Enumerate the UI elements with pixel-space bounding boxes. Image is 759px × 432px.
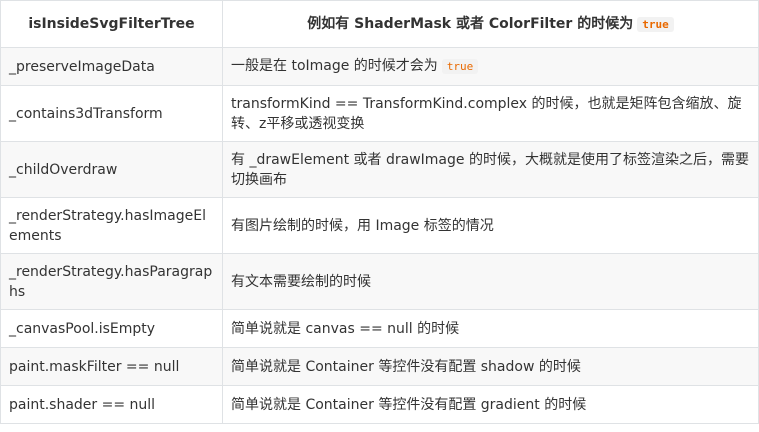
header-col-condition-label: isInsideSvgFilterTree [28, 16, 195, 32]
table-header-row: isInsideSvgFilterTree 例如有 ShaderMask 或者 … [0, 0, 759, 48]
table-row: paint.maskFilter == null 简单说就是 Container… [0, 347, 759, 386]
header-col-description-label: 例如有 ShaderMask 或者 ColorFilter 的时候为 [307, 15, 634, 32]
cell-description: 有图片绘制的时候，用 Image 标签的情况 [222, 197, 759, 254]
cell-condition: _renderStrategy.hasParagraphs [0, 253, 223, 310]
table-row: _canvasPool.isEmpty 简单说就是 canvas == null… [0, 309, 759, 348]
header-col-condition: isInsideSvgFilterTree [0, 0, 223, 48]
description-text: 一般是在 toImage 的时候才会为 [231, 58, 438, 74]
cell-condition: _renderStrategy.hasImageElements [0, 197, 223, 254]
cell-description: 一般是在 toImage 的时候才会为 true [222, 47, 759, 86]
cell-description: transformKind == TransformKind.complex 的… [222, 85, 759, 142]
condition-table: isInsideSvgFilterTree 例如有 ShaderMask 或者 … [0, 0, 759, 424]
cell-condition: _preserveImageData [0, 47, 223, 86]
header-col-description: 例如有 ShaderMask 或者 ColorFilter 的时候为 true [222, 0, 759, 48]
cell-condition: _childOverdraw [0, 141, 223, 198]
table-row: _renderStrategy.hasParagraphs 有文本需要绘制的时候 [0, 253, 759, 310]
cell-description: 有 _drawElement 或者 drawImage 的时候，大概就是使用了标… [222, 141, 759, 198]
cell-description: 有文本需要绘制的时候 [222, 253, 759, 310]
cell-description: 简单说就是 canvas == null 的时候 [222, 309, 759, 348]
cell-condition: paint.maskFilter == null [0, 347, 223, 386]
cell-description: 简单说就是 Container 等控件没有配置 shadow 的时候 [222, 347, 759, 386]
cell-description: 简单说就是 Container 等控件没有配置 gradient 的时候 [222, 385, 759, 424]
cell-condition: paint.shader == null [0, 385, 223, 424]
table-row: _preserveImageData 一般是在 toImage 的时候才会为 tr… [0, 47, 759, 86]
cell-condition: _contains3dTransform [0, 85, 223, 142]
cell-condition: _canvasPool.isEmpty [0, 309, 223, 348]
table-row: paint.shader == null 简单说就是 Container 等控件… [0, 385, 759, 424]
table-row: _renderStrategy.hasImageElements 有图片绘制的时… [0, 197, 759, 254]
inline-code: true [637, 16, 674, 32]
table-row: _childOverdraw 有 _drawElement 或者 drawIma… [0, 141, 759, 198]
table-row: _contains3dTransform transformKind == Tr… [0, 85, 759, 142]
inline-code: true [441, 59, 479, 74]
